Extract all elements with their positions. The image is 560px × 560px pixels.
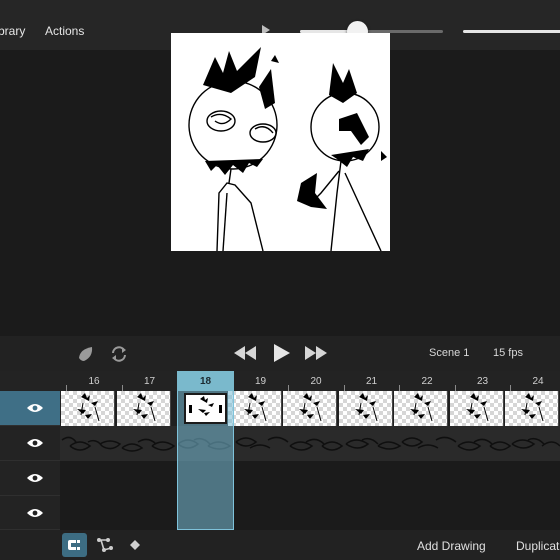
current-frame-number: 18: [199, 376, 212, 387]
frame-number: 23: [476, 376, 489, 387]
frame-cell[interactable]: [283, 391, 337, 426]
frame-cell[interactable]: [449, 391, 504, 426]
frame-cell[interactable]: [394, 391, 448, 426]
selected-frame-thumbnail: [186, 395, 225, 422]
frame-number: 24: [532, 376, 544, 387]
empty-tracks[interactable]: [60, 461, 560, 530]
eye-icon[interactable]: [27, 403, 43, 413]
canvas-drawing: [188, 47, 387, 252]
selected-frame-cell[interactable]: [184, 393, 227, 424]
frame-number: 19: [254, 376, 267, 387]
frame-cell[interactable]: [227, 391, 282, 426]
rewind-icon[interactable]: [234, 346, 256, 360]
magnet-glyph: [68, 540, 80, 550]
frame-thumbnail: [410, 393, 433, 422]
frame-thumbnail: [132, 393, 155, 422]
onion-skin-icon[interactable]: [76, 344, 96, 364]
eye-icon[interactable]: [27, 508, 43, 518]
frame-cell[interactable]: [116, 391, 171, 426]
layer-2-track[interactable]: [60, 426, 560, 461]
frame-number: 22: [421, 376, 433, 387]
secondary-slider[interactable]: [463, 30, 560, 33]
frame-thumbnail: [521, 393, 544, 422]
motion-path-icon[interactable]: [96, 536, 114, 554]
layer-1-header[interactable]: [0, 391, 60, 426]
frame-cell[interactable]: [338, 391, 393, 426]
ruler-spacer: [0, 371, 60, 391]
frame-thumbnail: [465, 393, 488, 422]
frame-number: 20: [310, 376, 322, 387]
frame-number: 17: [143, 376, 156, 387]
eye-icon[interactable]: [27, 473, 43, 483]
fps-selector[interactable]: 15 fps: [493, 347, 523, 359]
actions-menu[interactable]: Actions: [45, 24, 84, 38]
right-character-ears: [329, 63, 357, 103]
layer-2-scribbles: [61, 436, 560, 452]
eye-icon[interactable]: [27, 438, 43, 448]
scene-selector[interactable]: Scene 1: [429, 347, 469, 359]
library-menu[interactable]: brary: [0, 24, 25, 38]
frame-thumbnail: [243, 393, 266, 422]
frame-cell[interactable]: [505, 391, 559, 426]
left-character-collar: [205, 159, 263, 175]
add-drawing-button[interactable]: Add Drawing: [417, 539, 486, 553]
fast-forward-icon[interactable]: [305, 346, 327, 360]
duplicate-button[interactable]: Duplicat: [516, 539, 559, 553]
drawing-canvas[interactable]: [171, 33, 390, 252]
frame-number: 16: [88, 376, 100, 387]
layer-3-header[interactable]: [0, 461, 60, 496]
layer-4-header[interactable]: [0, 496, 60, 530]
play-icon[interactable]: [274, 344, 290, 362]
keyframe-diamond-icon[interactable]: [130, 540, 140, 550]
frame-number: 21: [365, 376, 378, 387]
frame-thumbnail: [299, 393, 322, 422]
frame-thumbnail: [77, 393, 100, 422]
frame-cell[interactable]: [61, 391, 115, 426]
loop-icon[interactable]: [109, 344, 129, 364]
magnet-icon[interactable]: [62, 533, 87, 557]
layer-2-header[interactable]: [0, 426, 60, 461]
frame-thumbnail: [354, 393, 377, 422]
